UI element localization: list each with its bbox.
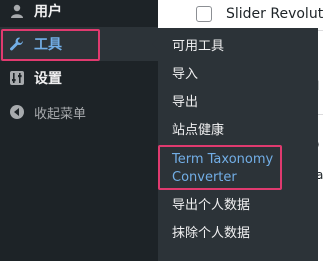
- sidebar-item-users[interactable]: 用户: [0, 0, 158, 28]
- submenu-item-export[interactable]: 导出: [172, 94, 198, 112]
- sliders-icon: [9, 70, 25, 86]
- sidebar-item-settings[interactable]: 设置: [0, 61, 158, 95]
- tools-submenu: 可用工具 导入 导出 站点健康 Term Taxonomy Converter …: [158, 28, 318, 261]
- admin-sidebar: 用户 工具 设置 收起菜单: [0, 0, 158, 261]
- user-icon: [9, 3, 25, 19]
- submenu-item-available-tools[interactable]: 可用工具: [172, 38, 224, 56]
- collapse-arrow-icon: [9, 104, 25, 120]
- plugin-name[interactable]: Slider Revolutic: [226, 6, 323, 22]
- submenu-item-term-taxonomy-converter-line2[interactable]: Converter: [172, 169, 237, 187]
- submenu-item-export-personal-data[interactable]: 导出个人数据: [172, 197, 250, 215]
- collapse-menu-button[interactable]: 收起菜单: [0, 95, 158, 129]
- submenu-item-site-health[interactable]: 站点健康: [172, 122, 224, 140]
- sidebar-item-label: 收起菜单: [34, 106, 87, 122]
- sidebar-item-label: 设置: [34, 71, 62, 87]
- wrench-icon: [9, 36, 25, 52]
- submenu-item-erase-personal-data[interactable]: 抹除个人数据: [172, 225, 250, 243]
- sidebar-item-tools[interactable]: 工具: [0, 27, 158, 61]
- plugin-checkbox[interactable]: [196, 6, 212, 22]
- sidebar-item-label: 工具: [34, 37, 62, 53]
- submenu-item-term-taxonomy-converter[interactable]: Term Taxonomy: [172, 151, 273, 169]
- sidebar-item-label: 用户: [34, 4, 62, 20]
- submenu-item-import[interactable]: 导入: [172, 66, 198, 84]
